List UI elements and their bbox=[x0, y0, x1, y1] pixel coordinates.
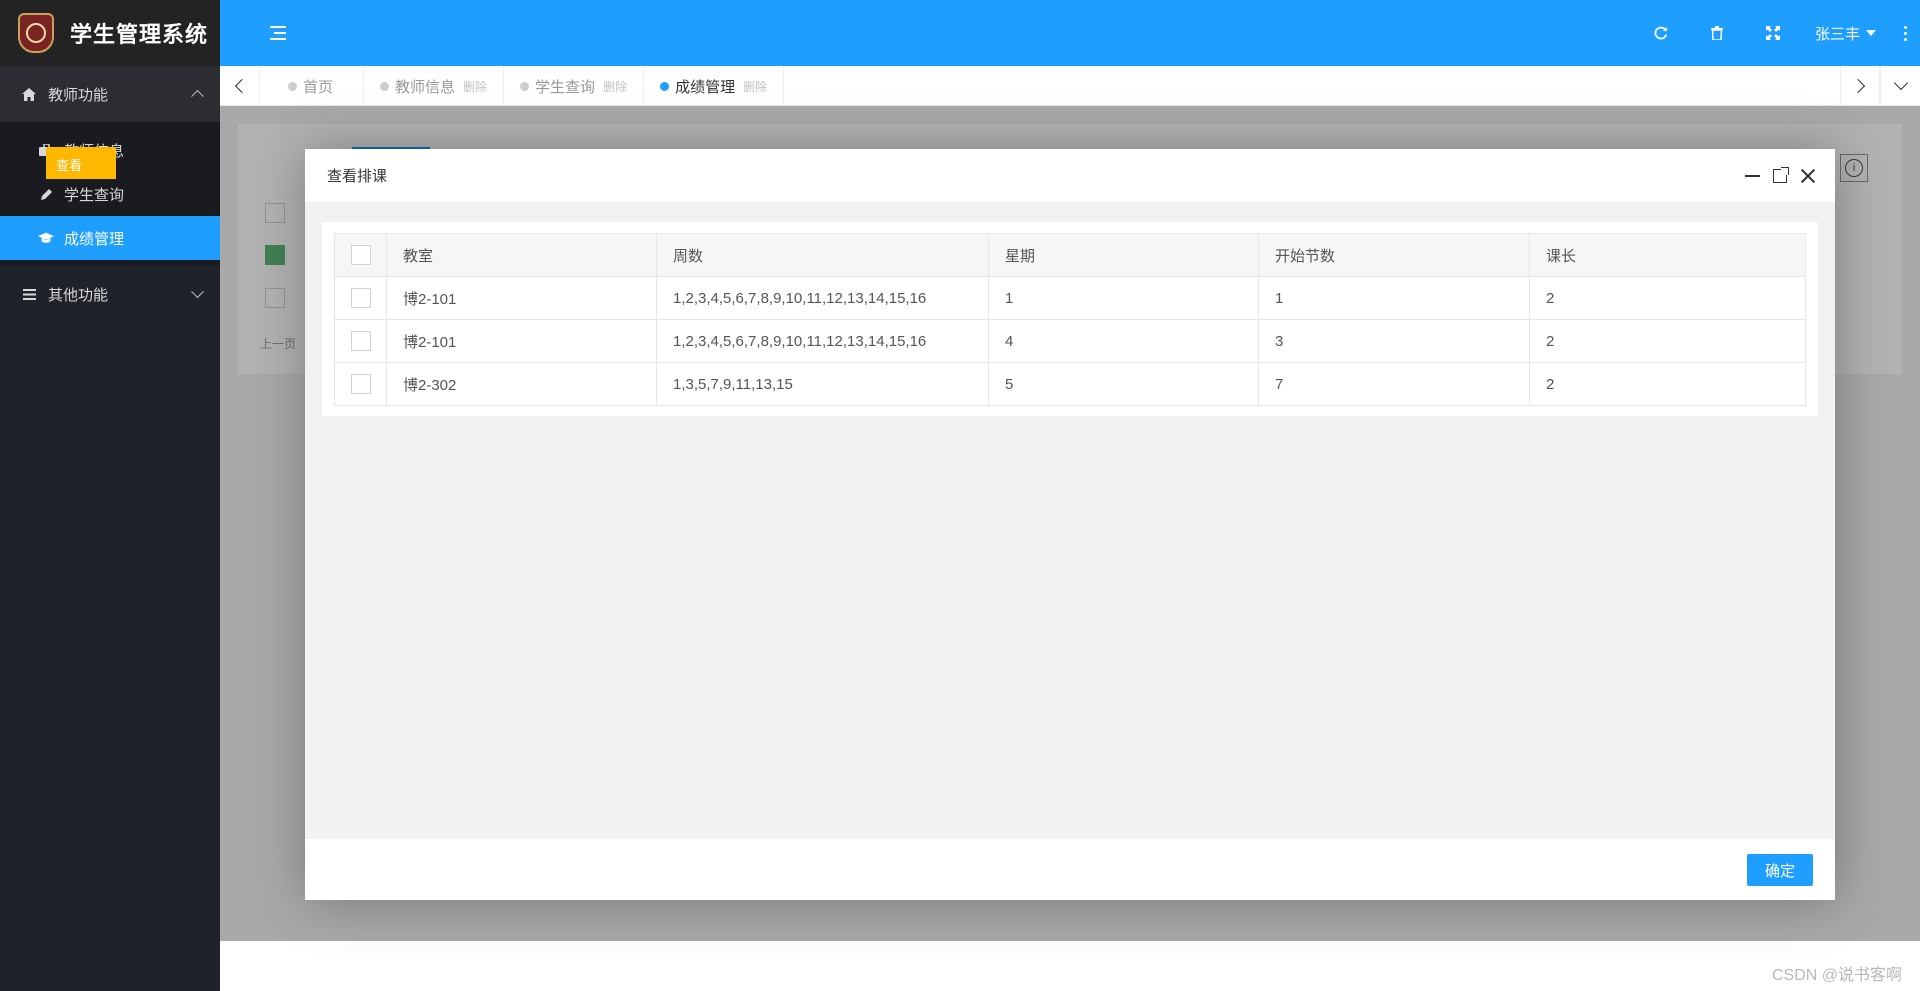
table-row: 博2-101 1,2,3,4,5,6,7,8,9,10,11,12,13,14,… bbox=[334, 276, 1806, 320]
chevron-left-icon bbox=[234, 78, 249, 94]
sidebar-item-grade-management[interactable]: 成绩管理 bbox=[0, 216, 220, 260]
close-icon[interactable] bbox=[1799, 167, 1817, 185]
tab-list: 首页 教师信息 删除 学生查询 删除 成绩管理 删除 bbox=[260, 66, 785, 106]
table-cell: 1,2,3,4,5,6,7,8,9,10,11,12,13,14,15,16 bbox=[656, 319, 989, 363]
view-button[interactable]: 查看 bbox=[46, 147, 116, 179]
tab-dot-icon bbox=[660, 81, 670, 91]
menu-group-teacher[interactable]: 教师功能 bbox=[0, 66, 220, 122]
row-checkbox[interactable] bbox=[350, 331, 371, 351]
row-checkbox[interactable] bbox=[350, 288, 371, 308]
tab-label: 教师信息 bbox=[395, 78, 456, 96]
tab-dot-icon bbox=[380, 81, 390, 91]
table-cell: 博2-101 bbox=[386, 276, 657, 320]
tab-bar: 首页 教师信息 删除 学生查询 删除 成绩管理 删除 bbox=[220, 66, 1920, 106]
column-header: 开始节数 bbox=[1258, 233, 1530, 277]
sidebar-item-label: 成绩管理 bbox=[64, 230, 125, 248]
chevron-right-icon bbox=[1850, 78, 1866, 94]
tab-label: 首页 bbox=[303, 78, 334, 96]
table-cell: 7 bbox=[1258, 362, 1530, 406]
menu-group-label: 教师功能 bbox=[48, 86, 109, 104]
table-cell: 1 bbox=[1258, 276, 1530, 320]
column-header: 教室 bbox=[386, 233, 657, 277]
tab-student-query[interactable]: 学生查询 删除 bbox=[504, 66, 645, 106]
tab-dot-icon bbox=[520, 81, 530, 91]
watermark: CSDN @说书客啊 bbox=[1771, 967, 1902, 984]
dialog-header: 查看排课 bbox=[305, 149, 1835, 203]
maximize-icon[interactable] bbox=[1771, 167, 1789, 185]
schedule-table: 教室 周数 星期 开始节数 课长 博2-101 1,2,3,4,5,6,7,8,… bbox=[334, 233, 1806, 406]
app-title: 学生管理系统 bbox=[70, 22, 209, 47]
minimize-icon[interactable] bbox=[1743, 167, 1761, 185]
list-icon bbox=[22, 288, 36, 300]
row-checkbox[interactable] bbox=[350, 374, 371, 394]
row-select-cell bbox=[334, 276, 387, 320]
fullscreen-icon[interactable] bbox=[1745, 0, 1801, 66]
row-select-cell bbox=[334, 319, 387, 363]
tab-close-button[interactable]: 删除 bbox=[743, 78, 767, 95]
submenu-teacher: 教师信息 学生查询 成绩管理 bbox=[0, 122, 220, 266]
tab-label: 学生查询 bbox=[535, 78, 596, 96]
tab-close-button[interactable]: 删除 bbox=[463, 78, 487, 95]
schedule-dialog: 查看排课 教室 周数 星期 开始节数 课长 博2-101 1,2,3,4,5,6… bbox=[305, 149, 1835, 900]
confirm-button[interactable]: 确定 bbox=[1747, 854, 1813, 886]
pencil-icon bbox=[38, 188, 54, 201]
select-all-cell bbox=[334, 233, 387, 277]
tab-dot-icon bbox=[288, 81, 297, 91]
table-row: 博2-302 1,3,5,7,9,11,13,15 5 7 2 bbox=[334, 362, 1806, 406]
table-cell: 3 bbox=[1258, 319, 1530, 363]
table-cell: 1,2,3,4,5,6,7,8,9,10,11,12,13,14,15,16 bbox=[656, 276, 989, 320]
table-row: 博2-101 1,2,3,4,5,6,7,8,9,10,11,12,13,14,… bbox=[334, 319, 1806, 363]
dialog-title: 查看排课 bbox=[327, 168, 388, 185]
tab-teacher-info[interactable]: 教师信息 删除 bbox=[364, 66, 505, 106]
user-menu[interactable]: 张三丰 bbox=[1801, 23, 1890, 44]
table-cell: 博2-302 bbox=[386, 362, 657, 406]
user-name: 张三丰 bbox=[1814, 25, 1860, 43]
tab-scroll-left-button[interactable] bbox=[220, 66, 260, 106]
menu-group-other[interactable]: 其他功能 bbox=[0, 266, 220, 322]
school-logo-icon bbox=[18, 13, 54, 53]
sidebar-item-label: 学生查询 bbox=[64, 186, 125, 204]
home-icon bbox=[22, 87, 36, 101]
table-header-row: 教室 周数 星期 开始节数 课长 bbox=[334, 233, 1806, 277]
footer: CSDN @说书客啊 bbox=[220, 941, 1920, 991]
chevron-up-icon bbox=[191, 89, 204, 103]
refresh-icon[interactable] bbox=[1633, 0, 1689, 66]
table-cell: 2 bbox=[1529, 362, 1806, 406]
trash-icon[interactable] bbox=[1689, 0, 1745, 66]
table-cell: 4 bbox=[988, 319, 1259, 363]
tab-scroll-right-button[interactable] bbox=[1840, 66, 1880, 106]
tab-close-button[interactable]: 删除 bbox=[603, 78, 627, 95]
tab-home[interactable]: 首页 bbox=[260, 66, 365, 106]
tab-options-button[interactable] bbox=[1880, 66, 1920, 106]
table-cell: 1,3,5,7,9,11,13,15 bbox=[656, 362, 989, 406]
dialog-footer: 确定 bbox=[305, 839, 1835, 900]
chevron-down-icon bbox=[191, 285, 204, 299]
tab-grade-management[interactable]: 成绩管理 删除 bbox=[644, 66, 785, 106]
chevron-down-icon bbox=[1893, 75, 1908, 91]
menu-toggle-icon[interactable] bbox=[270, 26, 286, 40]
more-options-icon[interactable] bbox=[1890, 0, 1920, 66]
row-select-cell bbox=[334, 362, 387, 406]
caret-down-icon bbox=[1866, 30, 1876, 36]
table-card: 教室 周数 星期 开始节数 课长 博2-101 1,2,3,4,5,6,7,8,… bbox=[322, 222, 1818, 416]
menu-group-label: 其他功能 bbox=[48, 286, 109, 304]
graduation-cap-icon bbox=[38, 232, 54, 244]
select-all-checkbox[interactable] bbox=[350, 245, 371, 265]
table-cell: 1 bbox=[988, 276, 1259, 320]
dialog-body: 教室 周数 星期 开始节数 课长 博2-101 1,2,3,4,5,6,7,8,… bbox=[305, 203, 1835, 839]
column-header: 课长 bbox=[1529, 233, 1806, 277]
table-cell: 5 bbox=[988, 362, 1259, 406]
table-cell: 博2-101 bbox=[386, 319, 657, 363]
table-cell: 2 bbox=[1529, 276, 1806, 320]
dialog-tools bbox=[1743, 149, 1817, 203]
logo-area: 学生管理系统 bbox=[0, 0, 220, 66]
column-header: 星期 bbox=[988, 233, 1259, 277]
table-cell: 2 bbox=[1529, 319, 1806, 363]
header-actions: 张三丰 bbox=[1633, 0, 1920, 66]
column-header: 周数 bbox=[656, 233, 989, 277]
tab-label: 成绩管理 bbox=[675, 78, 736, 96]
top-header: 张三丰 bbox=[220, 0, 1920, 66]
